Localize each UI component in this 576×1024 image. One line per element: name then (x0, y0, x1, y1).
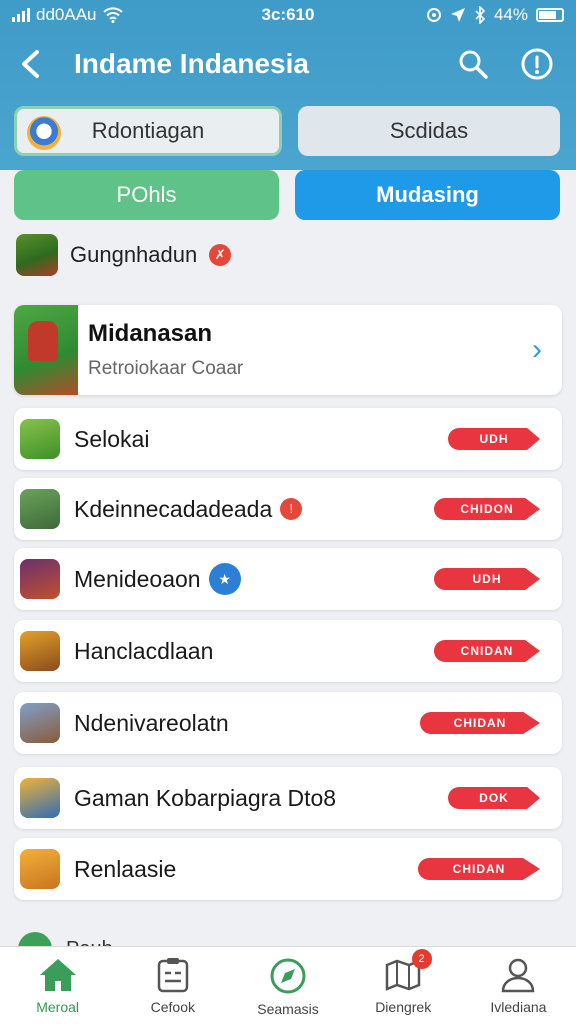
action-button[interactable]: UDH (434, 568, 540, 590)
chevron-right-icon: › (532, 333, 542, 366)
home-icon (39, 959, 76, 991)
back-button[interactable] (0, 36, 60, 92)
clipboard-icon (157, 958, 189, 993)
game-name: Gaman Kobarpiagra Dto8 (74, 784, 337, 811)
nav-label: Ivlediana (490, 999, 547, 1015)
section-header: Gungnhadun ✗ (16, 234, 232, 276)
search-button[interactable] (450, 41, 496, 87)
list-item[interactable]: Kdeinnecadadeada! CHIDON (14, 478, 562, 540)
nav-item-diengrek[interactable]: 2 Diengrek (346, 947, 461, 1024)
wifi-icon (102, 7, 123, 23)
nav-label: Seamasis (257, 1001, 319, 1017)
status-badge: ! (280, 498, 303, 520)
game-name: Selokai (74, 425, 150, 452)
list-item[interactable]: Gaman Kobarpiagra Dto8 DOK (14, 767, 562, 829)
game-name: Kdeinnecadadeada (74, 495, 273, 522)
back-arrow-icon (22, 50, 39, 78)
action-button[interactable]: CNIDAN (434, 640, 540, 662)
location-icon (450, 8, 465, 22)
list-item[interactable]: Selokai UDH (14, 408, 562, 470)
action-button[interactable]: UDH (448, 428, 540, 450)
compass-icon (270, 958, 306, 994)
list-item[interactable]: Menideoaon ★ UDH (14, 548, 562, 610)
avatar (27, 116, 61, 150)
list-item[interactable]: Hanclacdlaan CNIDAN (14, 620, 562, 682)
game-thumbnail (20, 489, 60, 529)
bluetooth-icon (475, 6, 486, 24)
carrier-label: dd0AAu (36, 5, 97, 24)
nav-label: Cefook (150, 999, 195, 1015)
section-thumbnail (16, 234, 58, 276)
tab-label: Scdidas (389, 118, 469, 143)
game-name: Ndenivareolatn (74, 709, 229, 736)
game-thumbnail (20, 703, 60, 743)
nav-item-home[interactable]: Meroal (0, 947, 115, 1024)
game-name: Renlaasie (74, 855, 177, 882)
filter-button-mudasing[interactable]: Mudasing (295, 170, 560, 220)
action-button[interactable]: DOK (448, 787, 540, 809)
filter-label: POhls (116, 182, 177, 207)
filter-button-pohls[interactable]: POhls (14, 170, 279, 220)
action-button[interactable]: CHIDAN (420, 712, 540, 734)
user-icon (502, 958, 535, 993)
featured-image (14, 305, 78, 395)
game-thumbnail (20, 849, 60, 889)
header: dd0AAu 3c:610 44% Indame Indanesia Rdont… (0, 0, 576, 170)
signal-icon (12, 8, 30, 22)
featured-title: Midanasan (88, 320, 213, 347)
search-icon (459, 50, 488, 79)
list-item[interactable]: Renlaasie CHIDAN (14, 838, 562, 900)
info-button[interactable] (514, 41, 560, 87)
game-thumbnail (20, 778, 60, 818)
app-bar: Indame Indanesia (0, 36, 576, 92)
section-title: Gungnhadun (70, 242, 198, 267)
notification-badge: 2 (411, 949, 432, 969)
nav-label: Meroal (36, 999, 79, 1015)
tab-scdidas[interactable]: Scdidas (298, 106, 560, 156)
featured-card[interactable]: Midanasan Retroiokaar Coaar › (14, 305, 562, 395)
tab-rdontiagan[interactable]: Rdontiagan (14, 106, 282, 156)
nav-item-seamasis[interactable]: Seamasis (230, 947, 345, 1024)
game-thumbnail (20, 631, 60, 671)
game-name: Menideoaon (74, 565, 201, 592)
action-button[interactable]: CHIDAN (418, 858, 540, 880)
nav-item-cefook[interactable]: Cefook (115, 947, 230, 1024)
alarm-icon (426, 8, 441, 22)
game-thumbnail (20, 419, 60, 459)
battery-percent: 44% (493, 5, 528, 24)
nav-item-profile[interactable]: Ivlediana (461, 947, 576, 1024)
star-badge-icon: ★ (208, 563, 241, 595)
list-item[interactable]: Ndenivareolatn CHIDAN (14, 692, 562, 754)
battery-icon (536, 8, 564, 22)
featured-subtitle: Retroiokaar Coaar (88, 358, 244, 379)
filter-label: Mudasing (376, 182, 479, 207)
tab-label: Rdontiagan (91, 118, 205, 143)
action-button[interactable]: CHIDON (434, 498, 540, 520)
page-title: Indame Indanesia (74, 48, 309, 79)
status-bar: dd0AAu 3c:610 44% (0, 0, 576, 30)
game-name: Hanclacdlaan (74, 637, 214, 664)
info-icon (521, 48, 553, 80)
nav-label: Diengrek (375, 999, 432, 1015)
status-badge: ✗ (209, 244, 232, 266)
game-thumbnail (20, 559, 60, 599)
bottom-nav: Meroal Cefook Seamasis 2 Diengrek Ivledi… (0, 946, 576, 1024)
